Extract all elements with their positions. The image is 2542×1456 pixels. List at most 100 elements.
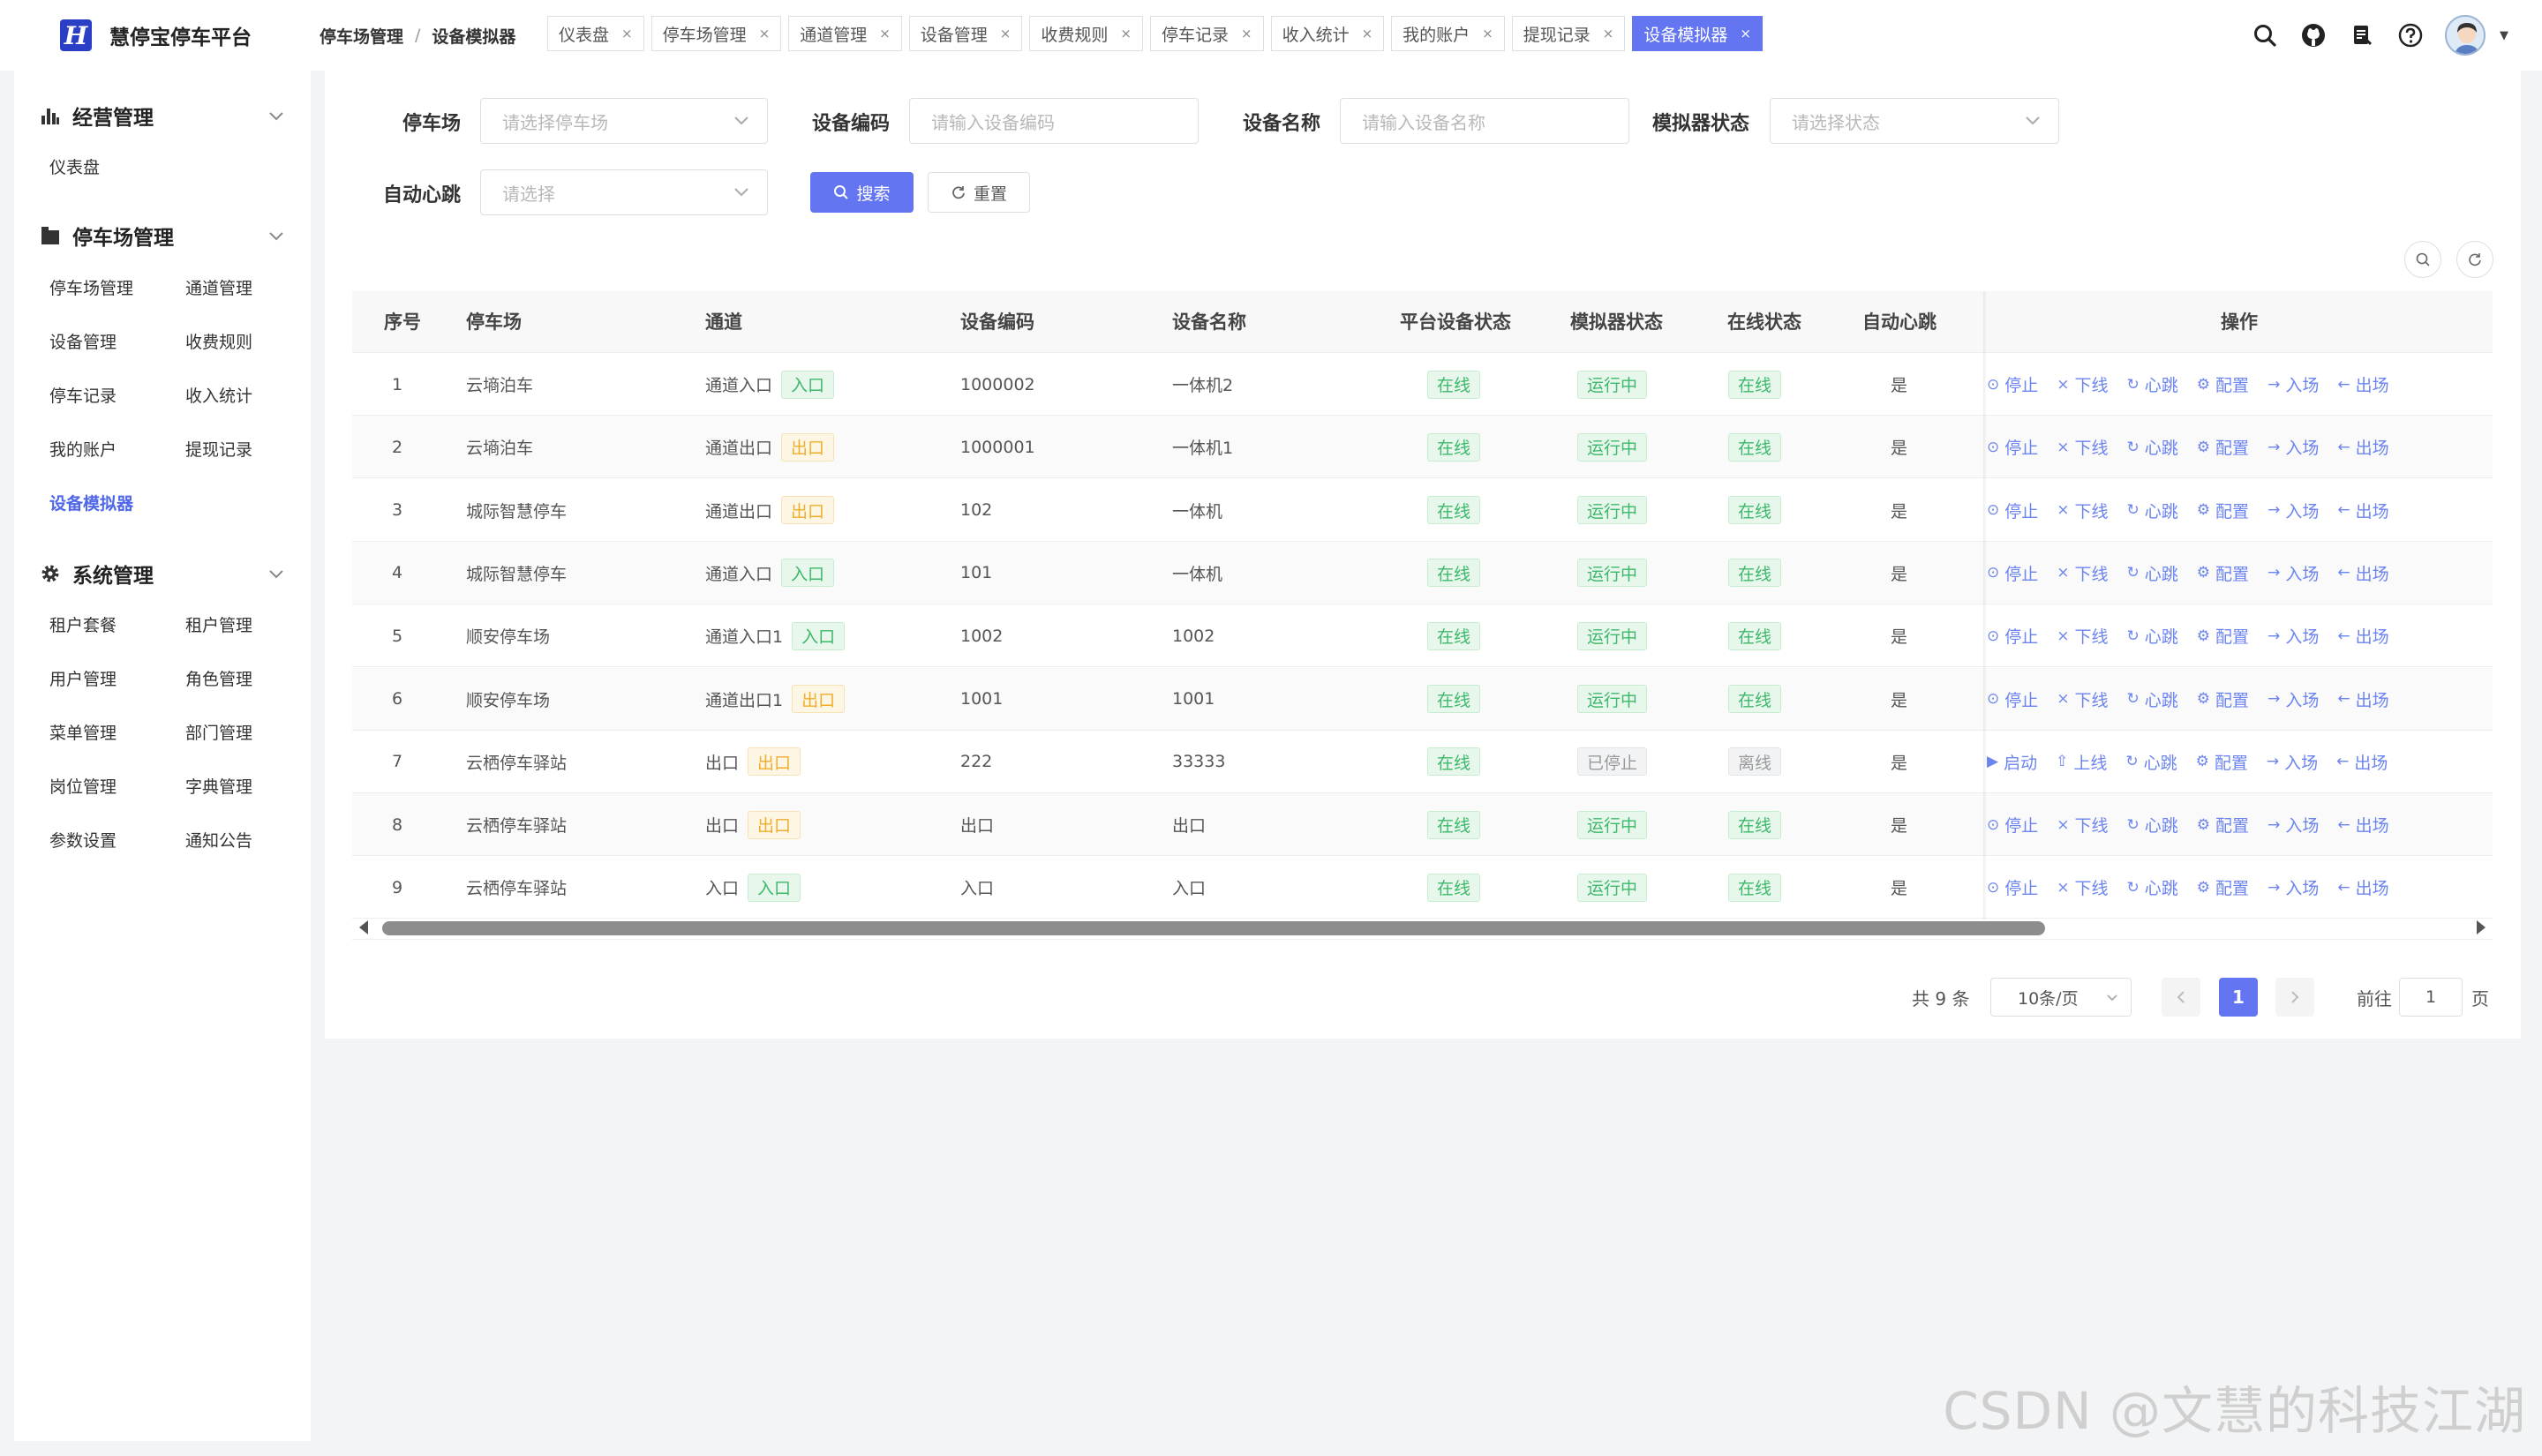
action-link[interactable]: × 下线 (2057, 499, 2108, 522)
action-link[interactable]: ⚙ 配置 (2197, 624, 2249, 648)
action-link[interactable]: ⚙ 配置 (2197, 499, 2249, 522)
action-link[interactable]: ↻ 心跳 (2127, 499, 2178, 522)
tab-0[interactable]: 仪表盘 × (547, 16, 644, 51)
action-link[interactable]: ⚙ 配置 (2197, 813, 2249, 837)
action-link[interactable]: ↻ 心跳 (2127, 687, 2178, 711)
action-link[interactable]: ⇧ 上线 (2056, 750, 2107, 774)
sidebar-item[interactable]: 角色管理 (185, 666, 252, 690)
scroll-right-arrow-icon[interactable] (2475, 919, 2487, 935)
sidebar-item[interactable]: 岗位管理 (49, 774, 117, 798)
action-link[interactable]: ← 出场 (2337, 687, 2388, 711)
action-link[interactable]: ↻ 心跳 (2127, 561, 2178, 585)
chevron-down-icon[interactable]: ▼ (2500, 29, 2508, 42)
action-link[interactable]: ⊙ 停止 (1987, 499, 2038, 522)
sidebar-item[interactable]: 我的账户 (49, 437, 117, 461)
refresh-table-button[interactable] (2456, 241, 2493, 278)
action-link[interactable]: → 入场 (2267, 499, 2319, 522)
action-link[interactable]: ↻ 心跳 (2127, 435, 2178, 459)
action-link[interactable]: ↻ 心跳 (2127, 813, 2178, 837)
close-icon[interactable]: × (1241, 26, 1252, 41)
sidebar-item[interactable]: 停车记录 (49, 383, 117, 407)
sidebar-item-dashboard[interactable]: 仪表盘 (49, 154, 100, 178)
tab-9[interactable]: 设备模拟器 × (1632, 16, 1763, 51)
action-link[interactable]: × 下线 (2057, 687, 2108, 711)
prev-page-button[interactable] (2162, 978, 2200, 1017)
table-horizontal-scrollbar[interactable] (352, 914, 2493, 939)
action-link[interactable]: ⊙ 停止 (1987, 561, 2038, 585)
action-link[interactable]: ← 出场 (2337, 372, 2388, 396)
sidebar-item[interactable]: 通道管理 (185, 275, 252, 299)
action-link[interactable]: × 下线 (2057, 372, 2108, 396)
app-logo[interactable]: H 慧停宝停车平台 (0, 0, 320, 71)
close-icon[interactable]: × (1740, 26, 1751, 41)
action-link[interactable]: ⚙ 配置 (2197, 561, 2249, 585)
tab-1[interactable]: 停车场管理 × (651, 16, 782, 51)
user-avatar[interactable] (2445, 15, 2486, 56)
action-link[interactable]: ← 出场 (2337, 499, 2388, 522)
action-link[interactable]: ⚙ 配置 (2196, 750, 2248, 774)
action-link[interactable]: ← 出场 (2336, 750, 2388, 774)
sidebar-item[interactable]: 收入统计 (185, 383, 252, 407)
action-link[interactable]: ▶ 启动 (1987, 750, 2037, 774)
sidebar-item[interactable]: 收费规则 (185, 329, 252, 353)
device-code-input[interactable]: 请输入设备编码 (909, 98, 1199, 144)
breadcrumb-item[interactable]: 停车场管理 (320, 24, 403, 48)
sidebar-item[interactable]: 部门管理 (185, 720, 252, 744)
scrollbar-thumb[interactable] (382, 921, 2045, 935)
action-link[interactable]: ← 出场 (2337, 624, 2388, 648)
sidebar-group-system[interactable]: 系统管理 (41, 559, 297, 589)
action-link[interactable]: ↻ 心跳 (2125, 750, 2177, 774)
help-icon[interactable] (2395, 20, 2425, 50)
sidebar-item[interactable]: 提现记录 (185, 437, 252, 461)
action-link[interactable]: ⊙ 停止 (1987, 813, 2038, 837)
close-icon[interactable]: × (1362, 26, 1373, 41)
action-link[interactable]: → 入场 (2267, 561, 2319, 585)
close-icon[interactable]: × (1000, 26, 1012, 41)
toggle-search-button[interactable] (2404, 241, 2441, 278)
action-link[interactable]: → 入场 (2267, 435, 2319, 459)
next-page-button[interactable] (2275, 978, 2314, 1017)
action-link[interactable]: ⚙ 配置 (2197, 372, 2249, 396)
close-icon[interactable]: × (879, 26, 891, 41)
reset-button[interactable]: 重置 (928, 172, 1030, 213)
action-link[interactable]: ← 出场 (2337, 435, 2388, 459)
action-link[interactable]: ← 出场 (2337, 561, 2388, 585)
action-link[interactable]: → 入场 (2267, 813, 2319, 837)
action-link[interactable]: × 下线 (2057, 624, 2108, 648)
action-link[interactable]: ⊙ 停止 (1987, 687, 2038, 711)
sidebar-item[interactable]: 通知公告 (185, 828, 252, 852)
action-link[interactable]: ⚙ 配置 (2197, 875, 2249, 899)
page-size-select[interactable]: 10条/页 (1990, 978, 2132, 1017)
close-icon[interactable]: × (759, 26, 771, 41)
close-icon[interactable]: × (621, 26, 633, 41)
action-link[interactable]: × 下线 (2057, 435, 2108, 459)
action-link[interactable]: × 下线 (2057, 875, 2108, 899)
tab-5[interactable]: 停车记录 × (1149, 16, 1264, 51)
tab-2[interactable]: 通道管理 × (788, 16, 902, 51)
page-number-current[interactable]: 1 (2219, 978, 2258, 1017)
action-link[interactable]: ↻ 心跳 (2127, 624, 2178, 648)
action-link[interactable]: ↻ 心跳 (2127, 875, 2178, 899)
tab-7[interactable]: 我的账户 × (1391, 16, 1505, 51)
action-link[interactable]: × 下线 (2057, 561, 2108, 585)
action-link[interactable]: ← 出场 (2337, 813, 2388, 837)
github-icon[interactable] (2298, 20, 2328, 50)
sidebar-item[interactable]: 参数设置 (49, 828, 117, 852)
sidebar-item[interactable]: 设备模拟器 (49, 491, 133, 514)
action-link[interactable]: ↻ 心跳 (2127, 372, 2178, 396)
action-link[interactable]: → 入场 (2267, 687, 2319, 711)
close-icon[interactable]: × (1120, 26, 1132, 41)
auto-heartbeat-select[interactable]: 请选择 (480, 169, 768, 215)
sidebar-item[interactable]: 租户管理 (185, 612, 252, 636)
sidebar-group-business[interactable]: 经营管理 (41, 101, 297, 131)
action-link[interactable]: ⊙ 停止 (1987, 372, 2038, 396)
action-link[interactable]: → 入场 (2267, 372, 2319, 396)
parking-select[interactable]: 请选择停车场 (480, 98, 768, 144)
action-link[interactable]: → 入场 (2267, 875, 2319, 899)
action-link[interactable]: → 入场 (2267, 750, 2318, 774)
sidebar-item[interactable]: 字典管理 (185, 774, 252, 798)
tab-3[interactable]: 设备管理 × (908, 16, 1023, 51)
sim-status-select[interactable]: 请选择状态 (1770, 98, 2059, 144)
tab-6[interactable]: 收入统计 × (1270, 16, 1385, 51)
sidebar-item[interactable]: 停车场管理 (49, 275, 133, 299)
